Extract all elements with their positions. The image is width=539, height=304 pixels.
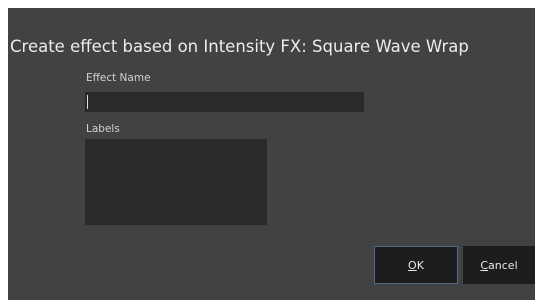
effect-name-input[interactable] xyxy=(85,92,364,112)
cancel-access-key: C xyxy=(480,258,489,272)
labels-input[interactable] xyxy=(85,139,267,225)
ok-label-rest: K xyxy=(416,258,424,272)
labels-label: Labels xyxy=(86,123,120,135)
ok-access-key: O xyxy=(408,258,417,272)
ok-button[interactable]: OK xyxy=(374,246,458,284)
cancel-button[interactable]: Cancel xyxy=(463,246,535,284)
cancel-label-rest: ancel xyxy=(488,258,518,272)
create-effect-dialog: Create effect based on Intensity FX: Squ… xyxy=(8,8,535,300)
effect-name-label: Effect Name xyxy=(86,72,151,84)
text-caret xyxy=(87,95,88,109)
dialog-title: Create effect based on Intensity FX: Squ… xyxy=(10,37,469,56)
